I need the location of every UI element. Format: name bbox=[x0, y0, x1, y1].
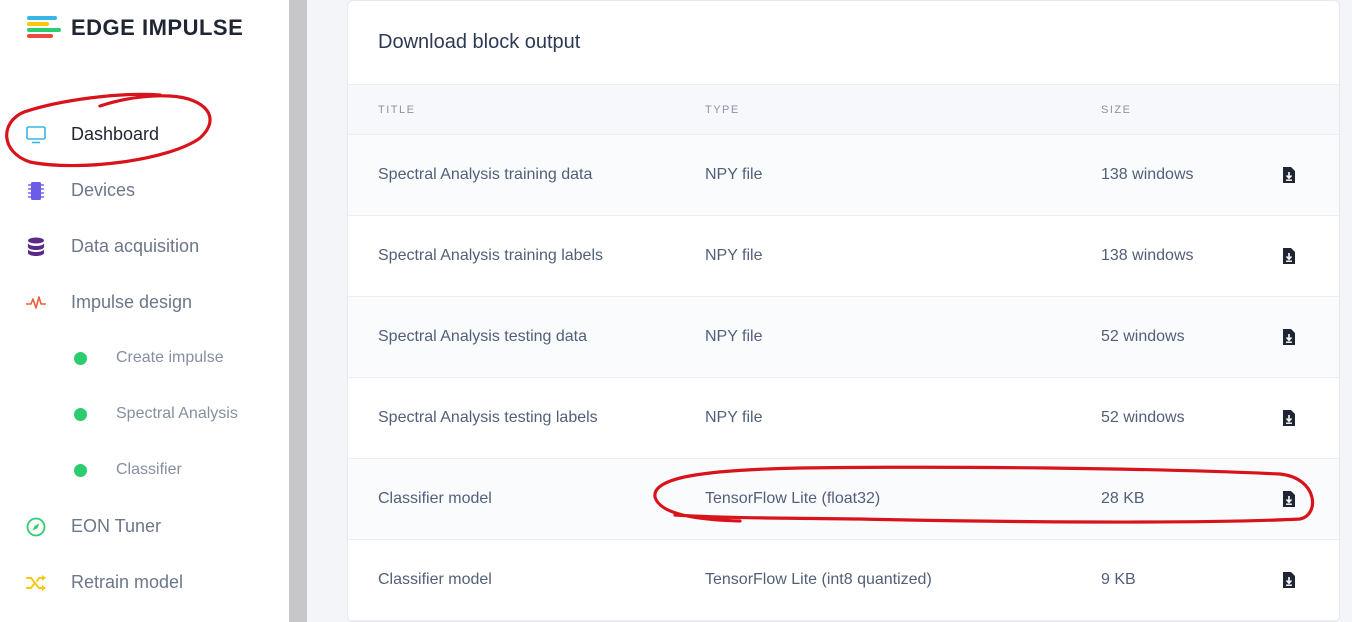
status-dot-icon bbox=[74, 407, 87, 421]
app-root: EDGE IMPULSE Dashboard Devices Data acqu… bbox=[0, 0, 1352, 622]
sidebar-item-label: Dashboard bbox=[71, 123, 160, 144]
sidebar-item-label: Data acquisition bbox=[71, 235, 200, 256]
sidebar-item-data-acquisition[interactable]: Data acquisition bbox=[0, 218, 289, 274]
column-header-type: TYPE bbox=[705, 104, 740, 116]
status-dot-icon bbox=[74, 351, 87, 365]
sidebar-item-retrain-model[interactable]: Retrain model bbox=[0, 554, 289, 610]
row-type: NPY file bbox=[705, 247, 763, 264]
sidebar-resize-handle[interactable] bbox=[289, 0, 307, 622]
sidebar-item-label: Create impulse bbox=[116, 349, 224, 366]
table-row: Classifier model TensorFlow Lite (int8 q… bbox=[348, 540, 1339, 621]
row-title: Spectral Analysis training labels bbox=[378, 247, 604, 264]
row-type: TensorFlow Lite (float32) bbox=[705, 490, 881, 507]
table-row: Spectral Analysis testing data NPY file … bbox=[348, 297, 1339, 378]
table-row: Spectral Analysis training data NPY file… bbox=[348, 135, 1339, 216]
download-file-icon[interactable] bbox=[1282, 572, 1296, 588]
chip-icon bbox=[25, 180, 47, 202]
row-type: TensorFlow Lite (int8 quantized) bbox=[705, 571, 932, 588]
monitor-icon bbox=[25, 124, 47, 146]
sidebar-item-label: Impulse design bbox=[71, 291, 193, 312]
sidebar-nav: Dashboard Devices Data acquisition Impul… bbox=[0, 106, 289, 610]
brand-name: EDGE IMPULSE bbox=[71, 15, 244, 40]
sidebar-item-label: Retrain model bbox=[71, 571, 184, 592]
database-icon bbox=[25, 236, 47, 258]
brand-logo[interactable]: EDGE IMPULSE bbox=[27, 14, 243, 42]
row-size: 138 windows bbox=[1101, 166, 1194, 183]
sidebar-item-label: Devices bbox=[71, 179, 136, 200]
sidebar-item-label: EON Tuner bbox=[71, 515, 162, 536]
logo-mark-icon bbox=[27, 14, 65, 42]
sidebar-item-create-impulse[interactable]: Create impulse bbox=[0, 330, 289, 386]
row-title: Spectral Analysis testing labels bbox=[378, 409, 598, 426]
row-title: Spectral Analysis testing data bbox=[378, 328, 588, 345]
row-size: 138 windows bbox=[1101, 247, 1194, 264]
status-dot-icon bbox=[74, 463, 87, 477]
sidebar-item-spectral-analysis[interactable]: Spectral Analysis bbox=[0, 386, 289, 442]
sidebar-item-label: Classifier bbox=[116, 461, 182, 478]
sidebar-item-devices[interactable]: Devices bbox=[0, 162, 289, 218]
row-title: Classifier model bbox=[378, 490, 492, 507]
row-type: NPY file bbox=[705, 328, 763, 345]
download-file-icon[interactable] bbox=[1282, 167, 1296, 183]
table-row: Spectral Analysis training labels NPY fi… bbox=[348, 216, 1339, 297]
sidebar-item-eon-tuner[interactable]: EON Tuner bbox=[0, 498, 289, 554]
download-file-icon[interactable] bbox=[1282, 410, 1296, 426]
row-size: 52 windows bbox=[1101, 409, 1185, 426]
row-size: 9 KB bbox=[1101, 571, 1136, 588]
sidebar-item-label: Spectral Analysis bbox=[116, 405, 238, 422]
sidebar-item-classifier[interactable]: Classifier bbox=[0, 442, 289, 498]
pulse-icon bbox=[25, 292, 47, 314]
column-header-title: TITLE bbox=[378, 104, 416, 116]
row-size: 52 windows bbox=[1101, 328, 1185, 345]
row-title: Classifier model bbox=[378, 571, 492, 588]
compass-icon bbox=[25, 516, 47, 538]
sidebar: EDGE IMPULSE Dashboard Devices Data acqu… bbox=[0, 0, 289, 622]
row-size: 28 KB bbox=[1101, 490, 1145, 507]
row-type: NPY file bbox=[705, 409, 763, 426]
table-header: TITLE TYPE SIZE bbox=[348, 84, 1339, 135]
download-file-icon[interactable] bbox=[1282, 491, 1296, 507]
table-row: Spectral Analysis testing labels NPY fil… bbox=[348, 378, 1339, 459]
column-header-size: SIZE bbox=[1101, 104, 1132, 116]
row-title: Spectral Analysis training data bbox=[378, 166, 593, 183]
download-file-icon[interactable] bbox=[1282, 248, 1296, 264]
shuffle-icon bbox=[25, 572, 47, 594]
row-type: NPY file bbox=[705, 166, 763, 183]
sidebar-item-dashboard[interactable]: Dashboard bbox=[0, 106, 289, 162]
table-row: Classifier model TensorFlow Lite (float3… bbox=[348, 459, 1339, 540]
download-file-icon[interactable] bbox=[1282, 329, 1296, 345]
card-title: Download block output bbox=[378, 31, 581, 53]
sidebar-item-impulse-design[interactable]: Impulse design bbox=[0, 274, 289, 330]
download-block-output-card: Download block output TITLE TYPE SIZE Sp… bbox=[347, 0, 1340, 622]
